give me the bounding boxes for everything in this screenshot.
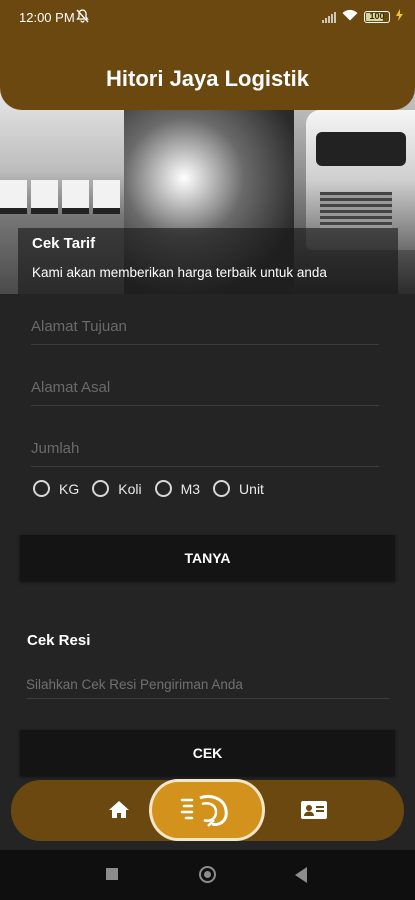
app-title: Hitori Jaya Logistik (106, 66, 309, 91)
center-logo-button[interactable] (149, 779, 265, 841)
tanya-button[interactable]: TANYA (20, 535, 395, 581)
radio-label: Koli (118, 480, 142, 497)
radio-koli[interactable]: Koli (92, 480, 142, 497)
silent-icon (76, 9, 89, 26)
radio-unit[interactable]: Unit (213, 480, 264, 497)
system-navigation-bar (0, 850, 415, 900)
back-icon[interactable] (295, 867, 307, 883)
jumlah-placeholder: Jumlah (31, 440, 80, 457)
home-icon[interactable] (107, 798, 131, 822)
contact-card-icon[interactable] (300, 798, 328, 822)
app-header: Hitori Jaya Logistik (0, 36, 415, 110)
tarif-title: Cek Tarif (32, 235, 96, 252)
radio-label: M3 (180, 480, 201, 497)
status-time: 12:00 PM (19, 10, 75, 25)
radio-circle-icon (92, 480, 110, 497)
battery-icon: 100 (364, 10, 390, 23)
tarif-subtitle: Kami akan memberikan harga terbaik untuk… (32, 265, 327, 280)
wifi-icon (342, 9, 358, 24)
jumlah-field[interactable]: Jumlah (31, 440, 379, 467)
radio-label: KG (59, 480, 80, 497)
radio-m3[interactable]: M3 (154, 480, 201, 497)
cek-button[interactable]: CEK (20, 730, 395, 776)
alamat-tujuan-placeholder: Alamat Tujuan (31, 318, 127, 335)
radio-circle-icon (154, 480, 172, 497)
radio-circle-icon (213, 480, 231, 497)
status-bar: 12:00 PM 100 (0, 0, 415, 36)
alamat-asal-placeholder: Alamat Asal (31, 379, 111, 396)
resi-title: Cek Resi (27, 632, 91, 649)
logo-icon (178, 790, 236, 830)
charging-icon (396, 9, 403, 24)
recents-icon[interactable] (106, 868, 118, 880)
alamat-tujuan-field[interactable]: Alamat Tujuan (31, 318, 379, 345)
battery-level: 100 (369, 10, 385, 21)
alamat-asal-field[interactable]: Alamat Asal (31, 379, 379, 406)
radio-kg[interactable]: KG (33, 480, 79, 497)
home-system-icon[interactable] (199, 866, 216, 883)
radio-label: Unit (239, 480, 264, 497)
hero-banner: Cek Tarif Kami akan memberikan harga ter… (0, 88, 415, 294)
resi-placeholder: Silahkan Cek Resi Pengiriman Anda (26, 677, 243, 692)
resi-input[interactable]: Silahkan Cek Resi Pengiriman Anda (26, 676, 390, 699)
radio-circle-icon (33, 480, 50, 497)
signal-icon (322, 11, 336, 23)
unit-radio-group: KG Koli M3 Unit (33, 480, 277, 497)
